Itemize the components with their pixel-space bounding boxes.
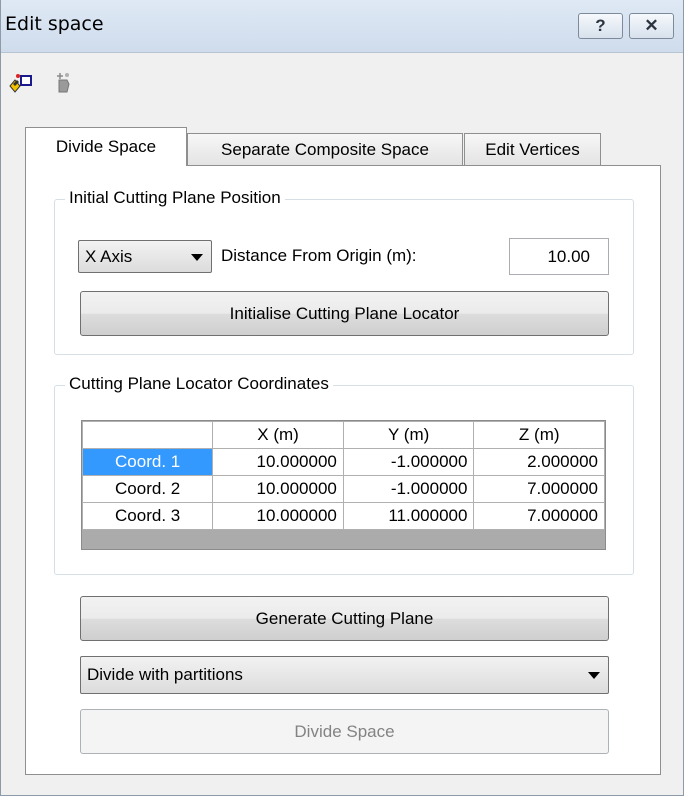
close-icon: ✕: [644, 16, 659, 35]
help-icon: ?: [595, 16, 606, 35]
column-header[interactable]: X (m): [212, 421, 344, 449]
title-bar: Edit space ? ✕: [1, 0, 683, 53]
tab-separate-composite-space[interactable]: Separate Composite Space: [187, 133, 463, 166]
divide-space-button[interactable]: Divide Space: [80, 709, 609, 754]
axis-select[interactable]: X Axis: [78, 240, 212, 273]
table-cell[interactable]: 10.000000: [212, 502, 344, 530]
tab-divide-space[interactable]: Divide Space: [25, 127, 187, 166]
table-cell[interactable]: 10.000000: [212, 448, 344, 476]
table-header-row: X (m) Y (m) Z (m): [81, 421, 605, 449]
table-row[interactable]: Coord. 3 10.000000 11.000000 7.000000: [81, 502, 605, 530]
move-vertices-icon[interactable]: [51, 70, 77, 96]
button-label: Initialise Cutting Plane Locator: [229, 303, 460, 323]
distance-label: Distance From Origin (m):: [221, 246, 417, 265]
divide-space-icon[interactable]: [7, 70, 33, 96]
row-header[interactable]: Coord. 1: [81, 448, 214, 476]
generate-cutting-plane-button[interactable]: Generate Cutting Plane: [80, 596, 609, 641]
button-label: Generate Cutting Plane: [255, 608, 434, 628]
distance-value: 10.00: [547, 246, 590, 266]
distance-input[interactable]: 10.00: [509, 238, 609, 275]
button-label: Divide Space: [294, 721, 395, 741]
edit-space-dialog: Edit space ? ✕ Divide Space Separate Com…: [0, 0, 684, 796]
table-cell[interactable]: -1.000000: [342, 448, 475, 476]
column-header[interactable]: Y (m): [342, 421, 475, 449]
table-cell[interactable]: 10.000000: [212, 475, 344, 503]
table-cell[interactable]: 11.000000: [342, 502, 475, 530]
help-button[interactable]: ?: [578, 13, 623, 39]
close-button[interactable]: ✕: [629, 13, 674, 39]
group-legend: Initial Cutting Plane Position: [65, 188, 285, 208]
divide-mode-value: Divide with partitions: [87, 665, 243, 684]
table-row[interactable]: Coord. 1 10.000000 -1.000000 2.000000: [81, 448, 605, 476]
tab-edit-vertices[interactable]: Edit Vertices: [464, 133, 601, 166]
table-cell[interactable]: 7.000000: [473, 502, 605, 530]
table-cell[interactable]: -1.000000: [342, 475, 475, 503]
initialise-locator-button[interactable]: Initialise Cutting Plane Locator: [80, 291, 609, 336]
tab-label: Separate Composite Space: [221, 140, 429, 159]
divide-mode-select[interactable]: Divide with partitions: [80, 656, 609, 694]
row-header[interactable]: Coord. 2: [81, 475, 214, 503]
coordinates-grid: X (m) Y (m) Z (m) Coord. 1 10.000000 -1.…: [81, 420, 606, 550]
table-row[interactable]: Coord. 2 10.000000 -1.000000 7.000000: [81, 475, 605, 503]
table-cell[interactable]: 2.000000: [473, 448, 605, 476]
group-legend: Cutting Plane Locator Coordinates: [65, 374, 333, 394]
axis-select-value: X Axis: [85, 246, 133, 266]
table-cell[interactable]: 7.000000: [473, 475, 605, 503]
window-title: Edit space: [5, 13, 104, 35]
coordinates-table: X (m) Y (m) Z (m) Coord. 1 10.000000 -1.…: [81, 421, 605, 530]
tab-label: Divide Space: [55, 137, 157, 156]
chevron-down-icon: [191, 253, 203, 261]
column-header: [81, 421, 214, 449]
chevron-down-icon: [588, 672, 600, 679]
tab-label: Edit Vertices: [485, 140, 580, 159]
row-header[interactable]: Coord. 3: [81, 502, 214, 530]
column-header[interactable]: Z (m): [473, 421, 605, 449]
